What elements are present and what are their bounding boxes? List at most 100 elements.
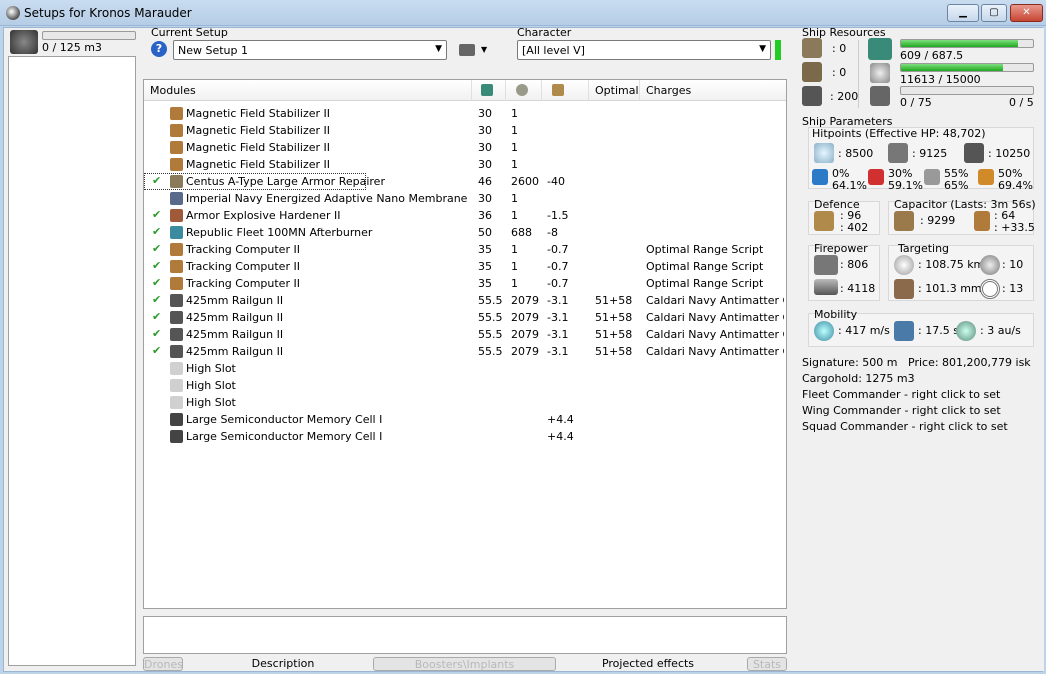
module-powergrid: 1: [511, 209, 518, 222]
module-icon: [170, 362, 183, 375]
module-row[interactable]: ✔ 425mm Railgun II 55.5 2079 -3.1 51+58 Caldar…: [144, 292, 786, 309]
column-modules[interactable]: Modules: [144, 80, 472, 101]
tab-projected-effects[interactable]: Projected effects: [583, 657, 713, 671]
module-row[interactable]: ✔ Centus A-Type Large Armor Repairer 46 260…: [144, 173, 565, 190]
module-active-check-icon[interactable]: ✔: [152, 208, 161, 221]
module-row[interactable]: Magnetic Field Stabilizer II 30 1: [144, 105, 786, 122]
max-targets-icon: [980, 255, 1000, 275]
module-icon: [170, 345, 183, 358]
module-capacitor: -3.1: [547, 328, 569, 341]
module-powergrid: 2079: [511, 311, 539, 324]
align-time-icon: [894, 321, 914, 341]
module-optimal: 51+58: [595, 345, 633, 358]
module-icon: [170, 413, 183, 426]
tab-description[interactable]: Description: [223, 657, 343, 671]
module-active-check-icon[interactable]: ✔: [152, 276, 161, 289]
capacitor-icon: [552, 84, 564, 96]
module-list-header: Modules Optimal Charges: [144, 80, 786, 101]
module-cpu: 55.5: [478, 345, 503, 358]
module-capacitor: -0.7: [547, 243, 569, 256]
app-icon: [6, 6, 20, 20]
module-active-check-icon[interactable]: ✔: [152, 242, 161, 255]
help-icon[interactable]: ?: [151, 41, 167, 57]
drone-list[interactable]: [8, 56, 136, 666]
close-button[interactable]: ✕: [1010, 4, 1043, 22]
module-row[interactable]: High Slot: [144, 360, 786, 377]
tab-stats[interactable]: Stats: [747, 657, 787, 671]
module-active-check-icon[interactable]: ✔: [152, 344, 161, 357]
column-optimal[interactable]: Optimal: [589, 80, 640, 101]
module-name: Magnetic Field Stabilizer II: [186, 158, 330, 171]
module-cpu: 50: [478, 226, 492, 239]
module-name: Magnetic Field Stabilizer II: [186, 107, 330, 120]
module-icon: [170, 294, 183, 307]
column-capacitor[interactable]: [542, 80, 589, 101]
wing-commander[interactable]: Wing Commander - right click to set: [802, 404, 1001, 417]
module-capacitor: +4.4: [547, 430, 574, 443]
tab-drones[interactable]: Drones: [143, 657, 183, 671]
module-cpu: 55.5: [478, 311, 503, 324]
maximize-button[interactable]: ▢: [981, 4, 1007, 22]
module-row[interactable]: Magnetic Field Stabilizer II 30 1: [144, 139, 786, 156]
module-capacitor: -0.7: [547, 260, 569, 273]
ship-menu-button[interactable]: ▼: [459, 42, 491, 60]
module-name: 425mm Railgun II: [186, 345, 284, 358]
module-icon: [170, 141, 183, 154]
module-name: Imperial Navy Energized Adaptive Nano Me…: [186, 192, 468, 205]
module-name: 425mm Railgun II: [186, 311, 284, 324]
module-active-check-icon[interactable]: ✔: [152, 293, 161, 306]
module-row[interactable]: ✔ Armor Explosive Hardener II 36 1 -1.5: [144, 207, 786, 224]
squad-commander[interactable]: Squad Commander - right click to set: [802, 420, 1008, 433]
column-powergrid[interactable]: [506, 80, 542, 101]
module-list[interactable]: Modules Optimal Charges Magnetic Field S…: [143, 79, 787, 609]
tab-boosters-implants[interactable]: Boosters\Implants: [373, 657, 556, 671]
module-powergrid: 2079: [511, 294, 539, 307]
module-row[interactable]: Magnetic Field Stabilizer II 30 1: [144, 122, 786, 139]
close-icon: ✕: [1022, 7, 1031, 18]
powergrid-icon: [870, 63, 890, 83]
module-row[interactable]: ✔ 425mm Railgun II 55.5 2079 -3.1 51+58 Caldar…: [144, 343, 786, 360]
module-row[interactable]: ✔ Tracking Computer II 35 1 -0.7 Optimal Rang…: [144, 275, 786, 292]
module-powergrid: 1: [511, 243, 518, 256]
hitpoints-title: Hitpoints (Effective HP: 48,702): [812, 127, 986, 140]
character-select[interactable]: [All level V] ▼: [517, 40, 771, 60]
module-row[interactable]: ✔ Tracking Computer II 35 1 -0.7 Optimal Rang…: [144, 258, 786, 275]
minimize-icon: ▁: [959, 7, 967, 18]
module-row[interactable]: ✔ 425mm Railgun II 55.5 2079 -3.1 51+58 Caldar…: [144, 326, 786, 343]
module-row[interactable]: Magnetic Field Stabilizer II 30 1: [144, 156, 786, 173]
module-active-check-icon[interactable]: ✔: [152, 310, 161, 323]
module-active-check-icon[interactable]: ✔: [152, 174, 161, 187]
module-row[interactable]: High Slot: [144, 377, 786, 394]
module-cpu: 30: [478, 107, 492, 120]
module-row[interactable]: ✔ Republic Fleet 100MN Afterburner 50 688 -8: [144, 224, 786, 241]
column-charges[interactable]: Charges: [640, 80, 786, 101]
module-powergrid: 1: [511, 124, 518, 137]
kinetic-armor-resist: 65%: [944, 179, 969, 192]
module-powergrid: 1: [511, 107, 518, 120]
module-active-check-icon[interactable]: ✔: [152, 225, 161, 238]
module-name: 425mm Railgun II: [186, 328, 284, 341]
drone-bandwidth-icon: [802, 86, 822, 106]
module-powergrid: 2079: [511, 345, 539, 358]
module-powergrid: 1: [511, 158, 518, 171]
minimize-button[interactable]: ▁: [947, 4, 979, 22]
column-cpu[interactable]: [472, 80, 506, 101]
module-active-check-icon[interactable]: ✔: [152, 259, 161, 272]
module-row[interactable]: High Slot: [144, 394, 786, 411]
module-row[interactable]: ✔ Tracking Computer II 35 1 -0.7 Optimal Rang…: [144, 241, 786, 258]
fleet-commander[interactable]: Fleet Commander - right click to set: [802, 388, 1000, 401]
current-setup-select[interactable]: New Setup 1 ▼: [173, 40, 447, 60]
module-row[interactable]: Large Semiconductor Memory Cell I +4.4: [144, 411, 786, 428]
module-active-check-icon[interactable]: ✔: [152, 327, 161, 340]
calibration-bar: [900, 86, 1034, 95]
repair-icon: [814, 211, 834, 231]
module-row[interactable]: Imperial Navy Energized Adaptive Nano Me…: [144, 190, 786, 207]
powergrid-value: 11613 / 15000: [900, 73, 981, 86]
module-cpu: 30: [478, 124, 492, 137]
module-row[interactable]: ✔ 425mm Railgun II 55.5 2079 -3.1 51+58 Caldar…: [144, 309, 786, 326]
module-capacitor: -3.1: [547, 345, 569, 358]
module-capacitor: -3.1: [547, 311, 569, 324]
module-capacitor: -1.5: [547, 209, 569, 222]
module-row[interactable]: Large Semiconductor Memory Cell I +4.4: [144, 428, 786, 445]
module-name: High Slot: [186, 396, 236, 409]
